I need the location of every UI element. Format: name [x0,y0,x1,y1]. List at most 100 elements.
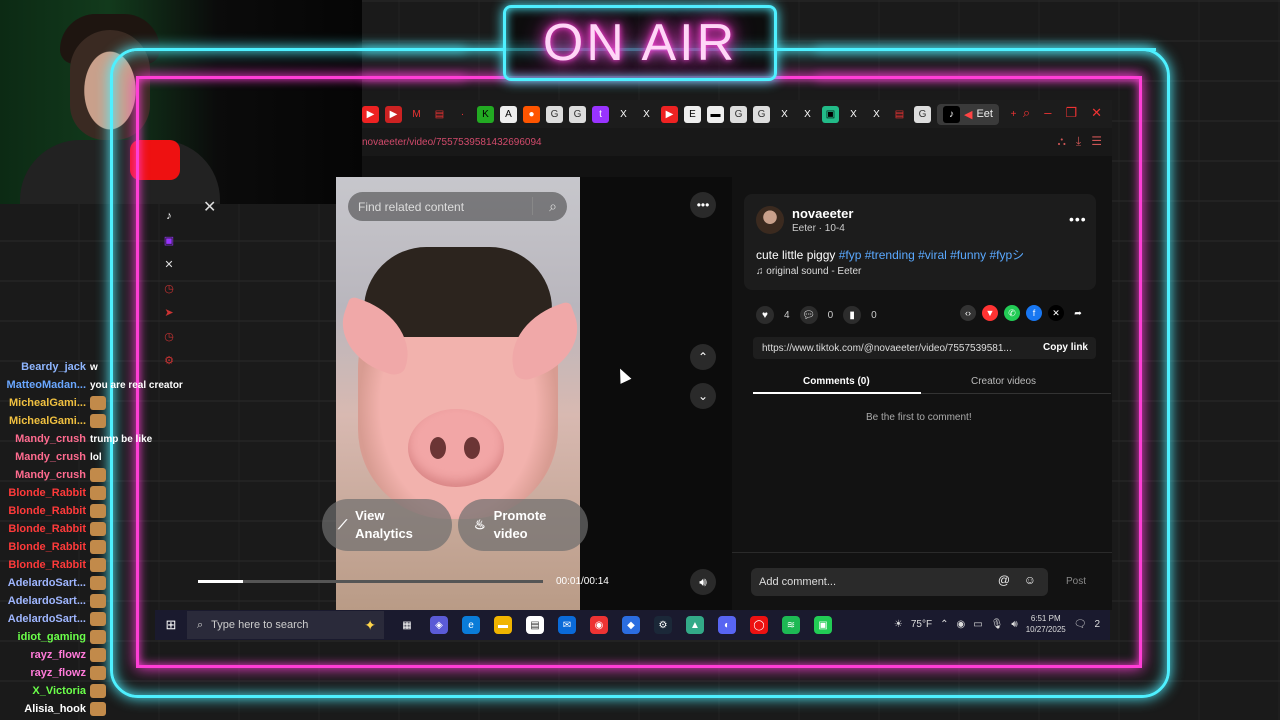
chat-username[interactable]: Blonde_Rabbit [0,487,86,499]
embed-icon[interactable]: ‹› [960,305,976,321]
tab-icon[interactable]: A [500,105,517,123]
search-icon[interactable]: ⌕ [549,198,557,215]
find-related-search[interactable]: Find related content ⌕ [348,192,567,221]
clock-icon[interactable]: ◷ [162,330,176,343]
chat-username[interactable]: Blonde_Rabbit [0,505,86,517]
download-icon[interactable]: ⤓ [1076,134,1081,149]
discord-icon[interactable]: ◐ [718,616,736,634]
chat-username[interactable]: Blonde_Rabbit [0,559,86,571]
mic-icon[interactable]: 🎙︎ [991,619,1004,630]
app-icon[interactable]: ▲ [686,616,704,634]
volume-icon[interactable]: 🔊︎ [690,569,716,595]
chat-username[interactable]: MichealGami... [0,415,86,427]
chat-username[interactable]: MichealGami... [0,397,86,409]
notifications-icon[interactable]: 🗨︎ [1074,619,1087,630]
chat-username[interactable]: idiot_gaming [0,631,86,643]
share-icon[interactable]: ➦ [1070,305,1086,321]
copy-link-button[interactable]: Copy link [1043,342,1088,353]
google-tab-icon[interactable]: G [914,105,931,123]
record-icon[interactable]: ◉ [956,619,965,630]
sound-name[interactable]: original sound - Eeter [766,266,861,277]
x-share-icon[interactable]: ✕ [1048,305,1064,321]
menu-icon[interactable]: ☰ [1091,134,1102,149]
next-video-icon[interactable]: ⌄ [690,383,716,409]
chat-username[interactable]: AdelardoSart... [0,613,86,625]
video-progress-bar[interactable] [198,580,543,583]
mail-icon[interactable]: ✉ [558,616,576,634]
like-icon[interactable]: ♥ [756,306,774,324]
doc-tab-icon[interactable]: ▤ [891,106,908,123]
network-icon[interactable]: ▭ [973,619,982,630]
x-tab-icon[interactable]: X [638,106,655,123]
windows-start-icon[interactable]: ⊞ [155,617,187,633]
app-icon[interactable]: ◆ [622,616,640,634]
username[interactable]: novaeeter [792,206,853,221]
tab-comments[interactable]: Comments (0) [803,376,870,387]
x-tab-icon[interactable]: X [615,106,632,123]
chat-username[interactable]: Beardy_jack [0,361,86,373]
twitch-icon[interactable]: ▣ [162,234,176,247]
whatsapp-icon[interactable]: ✆ [1004,305,1020,321]
chat-username[interactable]: X_Victoria [0,685,86,697]
send-to-friends-icon[interactable]: ▼ [982,305,998,321]
chat-username[interactable]: AdelardoSart... [0,595,86,607]
obs-icon[interactable]: ◯ [750,616,768,634]
more-options-icon[interactable]: ••• [690,192,716,218]
weather-temp[interactable]: 75°F [911,619,932,630]
tab-icon[interactable]: E [684,105,701,123]
edge-icon[interactable]: e [462,616,480,634]
tab-active[interactable]: ♪ ◀ Eet [937,103,999,125]
store-icon[interactable]: ▤ [526,616,544,634]
chat-username[interactable]: AdelardoSart... [0,577,86,589]
new-tab-button[interactable]: + [1005,106,1022,123]
tab-creator-videos[interactable]: Creator videos [971,376,1036,387]
youtube-tab-icon[interactable]: ▶ [385,105,402,123]
close-window-icon[interactable]: ✕ [1091,105,1102,121]
facebook-icon[interactable]: f [1026,305,1042,321]
promote-video-button[interactable]: ♨ Promote video [458,499,588,551]
address-bar[interactable]: novaeeter/video/7557539581432696094 ⛬ ⤓ … [362,128,1112,156]
search-tabs-icon[interactable]: ⌕ [1023,105,1030,121]
maximize-icon[interactable]: ❐ [1065,105,1077,121]
bookmark-icon[interactable]: ▮ [843,306,862,324]
taskbar-search[interactable]: ⌕ Type here to search ✦ [187,611,384,639]
tab-icon[interactable]: ▣ [822,105,839,123]
reddit-tab-icon[interactable]: ● [523,105,540,123]
gmail-tab-icon[interactable]: M [408,106,425,123]
task-view-icon[interactable]: ▦ [398,616,416,634]
chevron-up-icon[interactable]: ⌃ [940,619,948,630]
spotify-icon[interactable]: ≋ [782,616,800,634]
close-video-icon[interactable]: ✕ [203,197,216,217]
volume-tray-icon[interactable]: 🔊︎ [1011,619,1017,630]
comment-input[interactable]: Add comment... @ ☺ [751,568,1048,596]
video-link[interactable]: https://www.tiktok.com/@novaeeter/video/… [762,343,1012,354]
chat-username[interactable]: Mandy_crush [0,451,86,463]
lock-icon[interactable]: ⛬ [1058,134,1066,149]
google-tab-icon[interactable]: G [730,105,747,123]
minimize-icon[interactable]: – [1044,105,1051,121]
url-text[interactable]: novaeeter/video/7557539581432696094 [362,137,542,148]
clock[interactable]: 6:51 PM 10/27/2025 [1026,613,1066,635]
youtube-tab-icon[interactable]: ▶ [362,105,379,123]
post-more-icon[interactable]: ••• [1069,211,1087,227]
view-analytics-button[interactable]: ⟋ View Analytics [322,499,452,551]
emoji-icon[interactable]: ☺ [1024,573,1036,587]
chat-username[interactable]: Mandy_crush [0,433,86,445]
chat-username[interactable]: rayz_flowz [0,649,86,661]
sound-info[interactable]: ♫ original sound - Eeter [756,266,861,277]
x-tab-icon[interactable]: X [845,106,862,123]
copilot-icon[interactable]: ◈ [430,616,448,634]
youtube-tab-icon[interactable]: ▶ [661,105,678,123]
chat-username[interactable]: Alisia_hook [0,703,86,715]
send-icon[interactable]: ➤ [162,306,176,319]
kick-tab-icon[interactable]: K [477,105,494,123]
x-tab-icon[interactable]: X [799,106,816,123]
chrome-icon[interactable]: ◉ [590,616,608,634]
mention-icon[interactable]: @ [998,573,1010,587]
google-tab-icon[interactable]: G [546,105,563,123]
chat-username[interactable]: Mandy_crush [0,469,86,481]
tab-icon[interactable]: · [454,106,471,123]
chat-username[interactable]: Blonde_Rabbit [0,523,86,535]
history-icon[interactable]: ◷ [162,282,176,295]
chat-username[interactable]: MatteoMadan... [0,379,86,391]
